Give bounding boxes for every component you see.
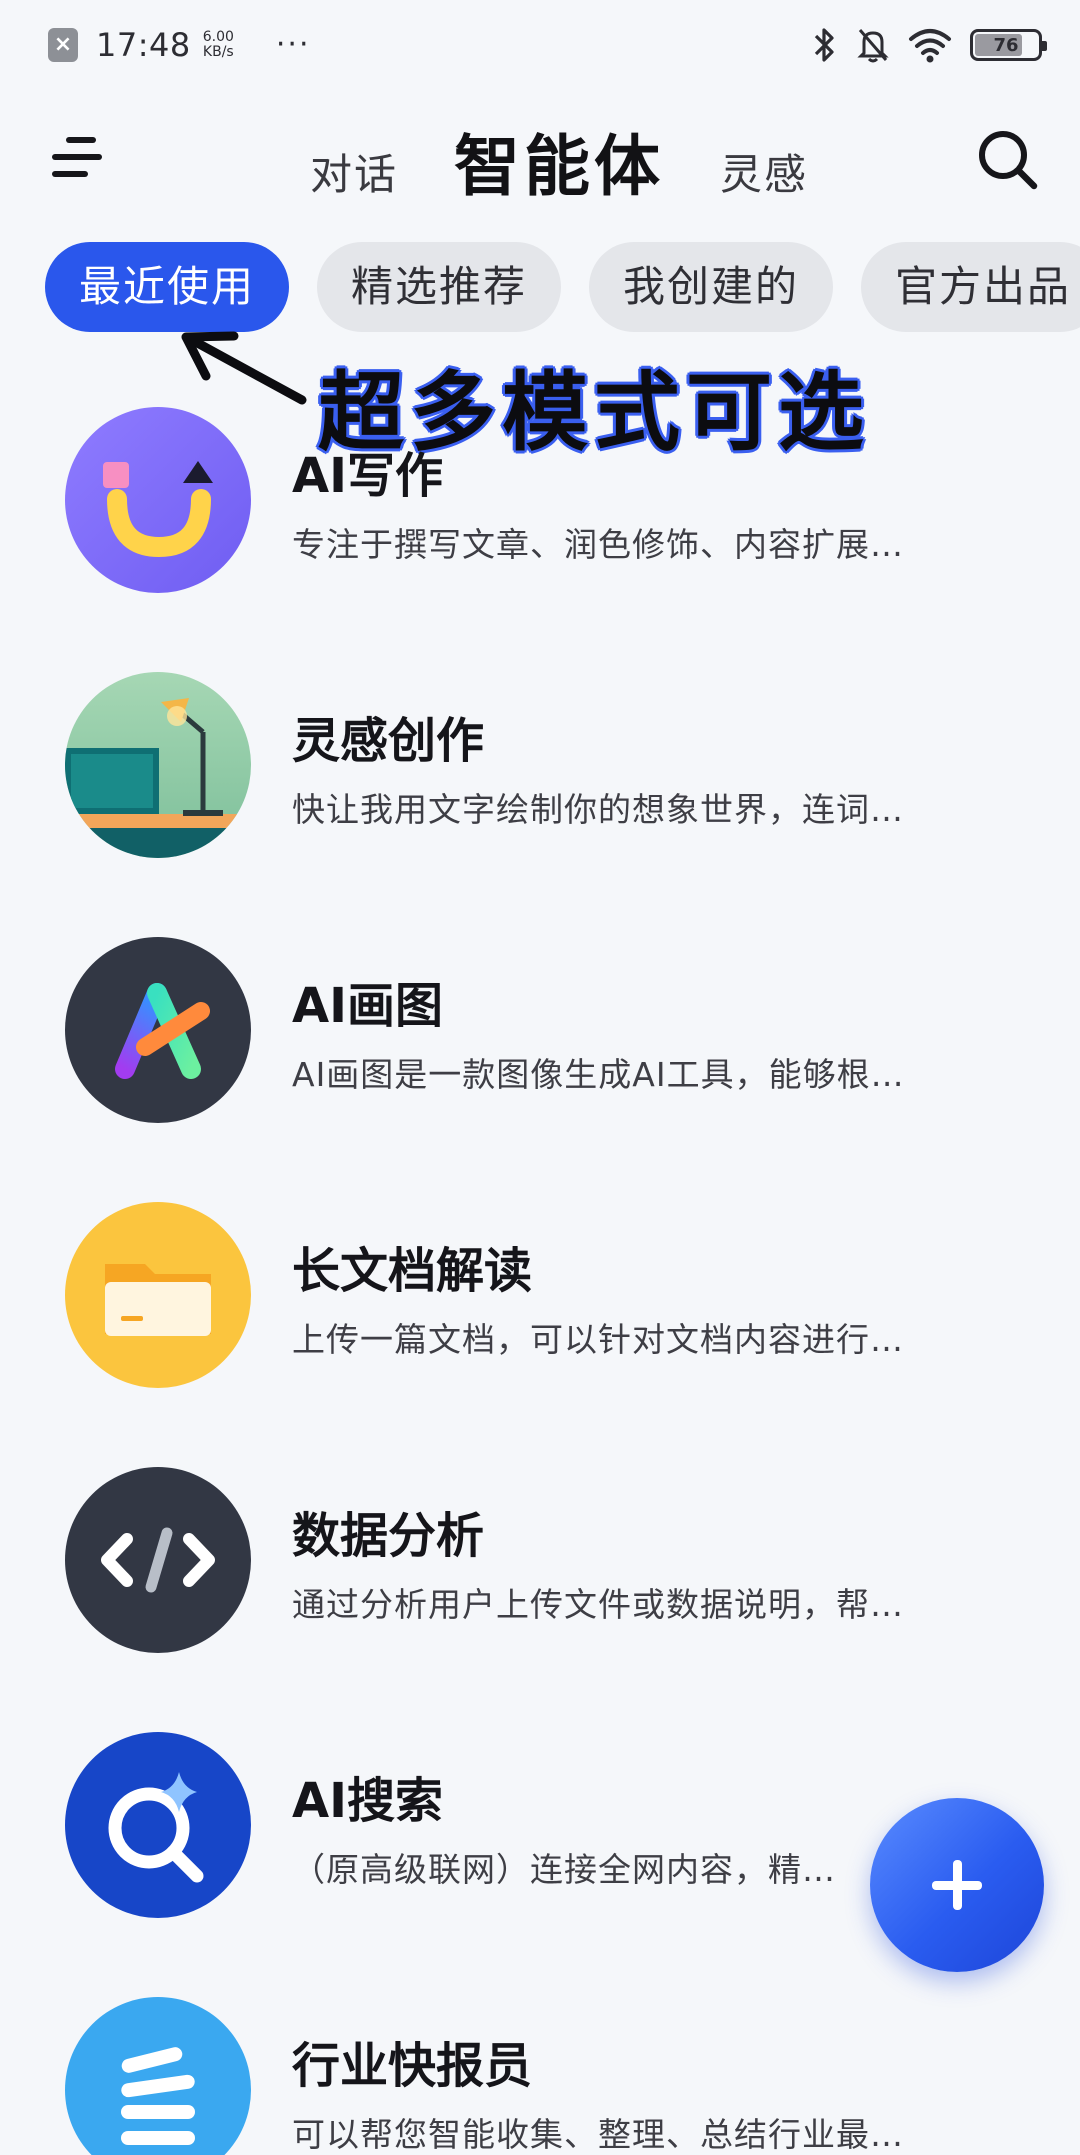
list-item[interactable]: AI写作 专注于撰写文章、润色修饰、内容扩展… [0,400,1080,665]
wifi-icon [908,27,952,63]
create-agent-button[interactable] [870,1798,1044,1972]
close-notification-icon: × [48,28,78,62]
network-speed: 6.00 KB/s [203,30,234,60]
agent-title: 行业快报员 [292,2038,533,2094]
menu-icon[interactable] [52,133,108,183]
app-header: 对话 智能体 灵感 [0,95,1080,225]
list-item[interactable]: AI画图 AI画图是一款图像生成AI工具，能够根… [0,930,1080,1195]
agent-description: 可以帮您智能收集、整理、总结行业最… [292,2115,904,2154]
gradient-a-logo-icon [65,937,251,1123]
agent-description: 快让我用文字绘制你的想象世界，连词… [292,790,904,829]
code-brackets-icon [65,1467,251,1653]
chip-official[interactable]: 官方出品 [861,242,1080,332]
tab-inspiration[interactable]: 灵感 [720,141,808,202]
network-speed-value: 6.00 [202,29,234,45]
more-notifications-icon: ··· [275,27,311,62]
list-item[interactable]: 灵感创作 快让我用文字绘制你的想象世界，连词… [0,665,1080,930]
folder-icon [65,1202,251,1388]
agent-title: AI画图 [292,978,444,1034]
agent-title: AI写作 [292,448,444,504]
tab-agents[interactable]: 智能体 [454,113,664,209]
annotation-arrow-icon [181,331,307,405]
battery-icon: 76 [970,29,1047,61]
agent-description: 专注于撰写文章、润色修饰、内容扩展… [292,525,904,564]
agent-description: 上传一篇文档，可以针对文档内容进行… [292,1320,904,1359]
battery-level: 76 [993,34,1019,56]
chip-recent[interactable]: 最近使用 [45,242,290,332]
search-icon[interactable] [976,128,1040,192]
status-bar: × 17:48 6.00 KB/s ··· 76 [0,0,1080,90]
agent-title: 长文档解读 [292,1243,533,1299]
agent-description: 通过分析用户上传文件或数据说明，帮… [292,1585,904,1624]
list-item[interactable]: 数据分析 通过分析用户上传文件或数据说明，帮… [0,1460,1080,1725]
top-tabs: 对话 智能体 灵感 [310,113,808,209]
tab-chat[interactable]: 对话 [310,141,398,202]
agent-title: 数据分析 [292,1508,485,1564]
agent-title: 灵感创作 [292,713,485,769]
speed-lines-icon [65,1997,251,2155]
chip-featured[interactable]: 精选推荐 [317,242,562,332]
agent-title: AI搜索 [292,1773,444,1829]
mute-bell-icon [856,26,890,64]
bluetooth-icon [812,26,838,64]
list-item[interactable]: 行业快报员 可以帮您智能收集、整理、总结行业最… [0,1990,1080,2155]
status-time: 17:48 [96,26,191,64]
desk-lamp-scene-icon [65,672,251,858]
sparkle-search-icon [65,1732,251,1918]
list-item[interactable]: 长文档解读 上传一篇文档，可以针对文档内容进行… [0,1195,1080,1460]
network-speed-unit: KB/s [202,44,234,60]
writing-smile-icon [65,407,251,593]
agent-description: AI画图是一款图像生成AI工具，能够根… [292,1055,905,1094]
chip-created-by-me[interactable]: 我创建的 [589,242,834,332]
